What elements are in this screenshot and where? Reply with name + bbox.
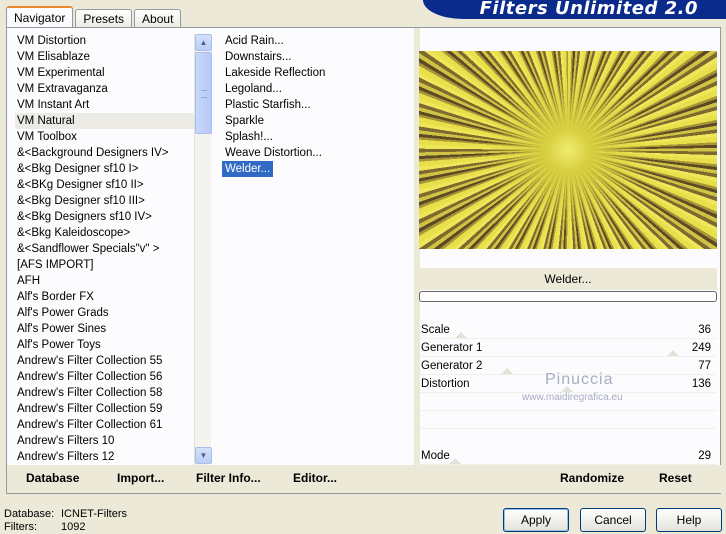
category-list[interactable]: VM Distortion VM Elisablaze VM Experimenta… (15, 33, 195, 463)
category-item[interactable]: Andrew's Filter Collection 58 (15, 385, 195, 401)
database-button[interactable]: Database (26, 471, 79, 485)
cancel-button[interactable]: Cancel (580, 508, 646, 532)
banner-title: Filters Unlimited 2.0 (479, 0, 698, 19)
status-area: Database: ICNET-Filters Filters: 1092 (4, 508, 127, 534)
category-item[interactable]: Andrew's Filters 12 (15, 449, 195, 463)
param-label: Scale (421, 324, 450, 336)
filters-label: Filters: (4, 521, 37, 533)
category-item[interactable]: &<Sandflower Specials"v" > (15, 241, 195, 257)
filter-item[interactable]: Splash!... (222, 129, 276, 145)
reset-button[interactable]: Reset (659, 471, 692, 485)
category-scrollbar[interactable]: ▲ ▼ (194, 34, 212, 465)
param-value: 36 (698, 324, 711, 336)
category-item[interactable]: VM Experimental (15, 65, 195, 81)
import-button[interactable]: Import... (117, 471, 164, 485)
category-item[interactable]: VM Natural (15, 113, 195, 129)
database-label: Database: (4, 508, 55, 520)
category-item[interactable]: &<Bkg Designers sf10 IV> (15, 209, 195, 225)
param-generator-1[interactable]: Generator 1 249 (419, 339, 717, 357)
category-item[interactable]: Alf's Power Sines (15, 321, 195, 337)
tab-about[interactable]: About (134, 9, 182, 28)
category-item[interactable]: AFH (15, 273, 195, 289)
preset-toolbar: Randomize Reset (419, 465, 721, 493)
category-item[interactable]: &<Bkg Kaleidoscope> (15, 225, 195, 241)
database-value: ICNET-Filters (61, 508, 127, 520)
editor-button[interactable]: Editor... (293, 471, 337, 485)
scroll-down-icon[interactable]: ▼ (195, 447, 212, 464)
filter-info-button[interactable]: Filter Info... (196, 471, 261, 485)
category-item[interactable]: Alf's Power Toys (15, 337, 195, 353)
param-value: 77 (698, 360, 711, 372)
category-item[interactable]: &<Background Designers IV> (15, 145, 195, 161)
category-item[interactable]: VM Extravaganza (15, 81, 195, 97)
progress-bar (419, 291, 717, 302)
category-item[interactable]: Andrew's Filter Collection 56 (15, 369, 195, 385)
param-label: Generator 2 (421, 360, 483, 372)
filter-item[interactable]: Lakeside Reflection (222, 65, 328, 81)
tab-presets[interactable]: Presets (75, 9, 133, 28)
category-item[interactable]: Andrew's Filter Collection 59 (15, 401, 195, 417)
category-item[interactable]: VM Elisablaze (15, 49, 195, 65)
filter-list[interactable]: Acid Rain... Downstairs... Lakeside Reflec… (222, 33, 412, 463)
category-item[interactable]: VM Instant Art (15, 97, 195, 113)
filter-item[interactable]: Sparkle (222, 113, 267, 129)
filter-item[interactable]: Welder... (222, 161, 274, 177)
preview-image[interactable] (419, 51, 717, 249)
category-item[interactable]: VM Distortion (15, 33, 195, 49)
param-value: 249 (691, 342, 711, 354)
slider-marker-icon[interactable] (449, 458, 461, 464)
filter-name-label: Welder... (419, 268, 717, 290)
category-item[interactable]: &<BKg Designer sf10 II> (15, 177, 195, 193)
filter-item[interactable]: Legoland... (222, 81, 285, 97)
scroll-up-icon[interactable]: ▲ (195, 34, 212, 51)
slider-marker-icon[interactable] (667, 350, 679, 356)
param-label: Generator 1 (421, 342, 483, 354)
category-item[interactable]: Andrew's Filters 10 (15, 433, 195, 449)
param-label: Distortion (421, 378, 470, 390)
param-empty (419, 411, 717, 429)
param-label: Mode (421, 450, 450, 462)
tab-navigator[interactable]: Navigator (6, 6, 74, 28)
navigator-panel: VM Distortion VM Elisablaze VM Experimenta… (6, 27, 721, 494)
tab-strip: Navigator Presets About (6, 6, 183, 28)
filter-item[interactable]: Acid Rain... (222, 33, 287, 49)
category-item[interactable]: Andrew's Filter Collection 55 (15, 353, 195, 369)
category-item[interactable]: Alf's Border FX (15, 289, 195, 305)
category-item[interactable]: [AFS IMPORT] (15, 257, 195, 273)
category-item[interactable]: Alf's Power Grads (15, 305, 195, 321)
filter-item[interactable]: Downstairs... (222, 49, 294, 65)
filter-item[interactable]: Plastic Starfish... (222, 97, 314, 113)
title-banner: Filters Unlimited 2.0 (423, 0, 726, 19)
slider-marker-icon[interactable] (455, 332, 467, 338)
filter-item[interactable]: Weave Distortion... (222, 145, 325, 161)
filters-count: 1092 (61, 521, 86, 533)
category-item[interactable]: VM Toolbox (15, 129, 195, 145)
param-mode[interactable]: Mode 29 (419, 447, 717, 465)
slider-marker-icon[interactable] (501, 368, 513, 374)
scroll-thumb[interactable] (195, 52, 212, 134)
welder-preview-pattern (419, 51, 717, 249)
apply-button[interactable]: Apply (503, 508, 569, 532)
param-value: 29 (698, 450, 711, 462)
watermark-url: www.maidiregrafica.eu (522, 392, 623, 403)
category-item[interactable]: &<Bkg Designer sf10 III> (15, 193, 195, 209)
param-scale[interactable]: Scale 36 (419, 321, 717, 339)
navigator-toolbar: Database Import... Filter Info... Editor… (7, 465, 415, 493)
param-value: 136 (691, 378, 711, 390)
randomize-button[interactable]: Randomize (560, 471, 624, 485)
category-item[interactable]: Andrew's Filter Collection 61 (15, 417, 195, 433)
category-item[interactable]: &<Bkg Designer sf10 I> (15, 161, 195, 177)
watermark-name: Pinuccia (545, 371, 614, 388)
help-button[interactable]: Help (656, 508, 722, 532)
